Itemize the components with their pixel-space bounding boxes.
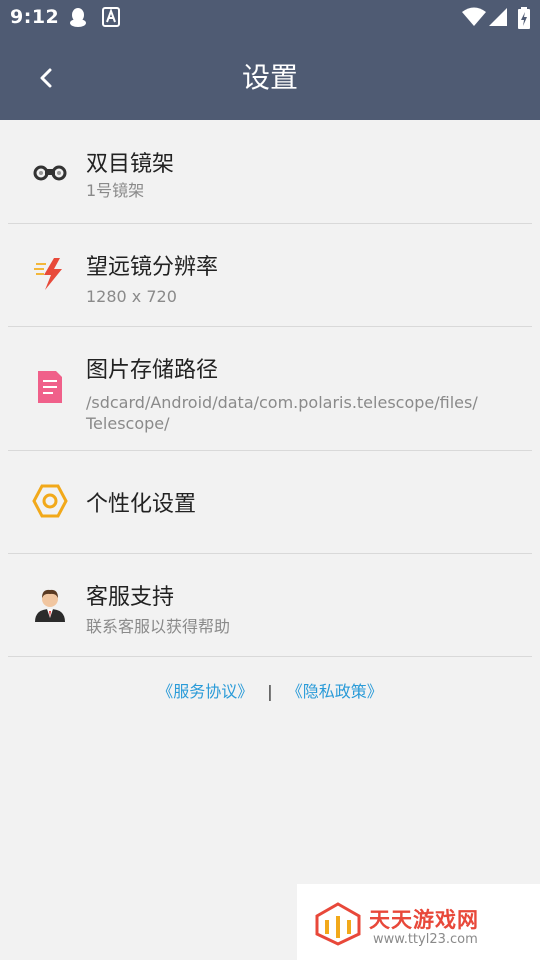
a-notification-icon — [102, 7, 120, 31]
binoculars-icon — [32, 154, 68, 190]
hexagon-icon — [32, 483, 68, 519]
setting-subtitle: 1号镜架 — [86, 181, 145, 200]
setting-title: 图片存储路径 — [86, 358, 219, 383]
watermark-logo-icon — [315, 902, 361, 950]
setting-title: 客服支持 — [86, 585, 175, 610]
setting-row-storage-path[interactable]: 图片存储路径 /sdcard/Android/data/com.polaris.… — [0, 326, 540, 451]
lightning-icon — [32, 256, 68, 292]
privacy-policy-link[interactable]: 《隐私政策》 — [287, 682, 383, 701]
status-bar: 9:12 — [0, 0, 540, 36]
watermark-url: www.ttyl23.com — [373, 932, 478, 947]
setting-title: 望远镜分辨率 — [86, 255, 219, 280]
watermark-title: 天天游戏网 — [369, 908, 479, 932]
battery-charging-icon — [518, 7, 530, 33]
setting-subtitle: 联系客服以获得帮助 — [86, 617, 231, 636]
setting-subtitle-line1: /sdcard/Android/data/com.polaris.telesco… — [86, 393, 478, 412]
setting-row-binocular-frame[interactable]: 双目镜架 1号镜架 — [0, 120, 540, 224]
support-agent-icon — [32, 586, 68, 622]
service-agreement-link[interactable]: 《服务协议》 — [157, 682, 253, 701]
signal-icon — [488, 7, 508, 31]
app-toolbar: 设置 — [0, 36, 540, 120]
page-title: 设置 — [241, 61, 298, 94]
policy-links: 《服务协议》 | 《隐私政策》 — [0, 678, 540, 702]
setting-row-customer-support[interactable]: 客服支持 联系客服以获得帮助 — [0, 553, 540, 657]
status-time: 9:12 — [10, 6, 60, 28]
setting-subtitle: 1280 x 720 — [86, 287, 177, 306]
link-separator: | — [267, 682, 273, 701]
wifi-icon — [462, 7, 486, 31]
setting-title: 双目镜架 — [86, 152, 175, 177]
settings-list: 双目镜架 1号镜架 望远镜分辨率 1280 x 720 图片存储路径 /sdca… — [0, 120, 540, 657]
watermark: 天天游戏网 www.ttyl23.com — [297, 884, 540, 960]
divider — [8, 656, 532, 657]
document-icon — [32, 369, 68, 405]
qq-icon — [68, 7, 88, 33]
setting-row-resolution[interactable]: 望远镜分辨率 1280 x 720 — [0, 223, 540, 327]
setting-title: 个性化设置 — [86, 492, 197, 517]
setting-subtitle-line2: Telescope/ — [86, 414, 170, 433]
setting-row-personalization[interactable]: 个性化设置 — [0, 450, 540, 554]
